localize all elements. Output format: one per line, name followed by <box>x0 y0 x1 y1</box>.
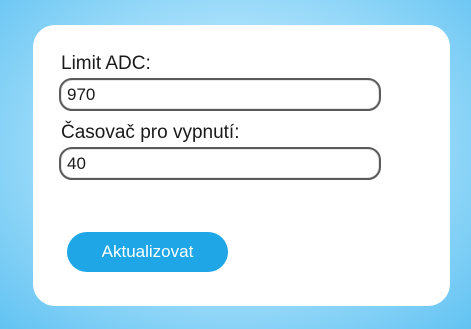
adc-limit-label: Limit ADC: <box>61 53 151 74</box>
adc-limit-input[interactable] <box>59 78 381 111</box>
update-button[interactable]: Aktualizovat <box>67 232 228 272</box>
shutdown-timer-input[interactable] <box>59 147 381 180</box>
shutdown-timer-label: Časovač pro vypnutí: <box>61 122 240 143</box>
settings-card: Limit ADC: Časovač pro vypnutí: Aktualiz… <box>33 25 450 306</box>
